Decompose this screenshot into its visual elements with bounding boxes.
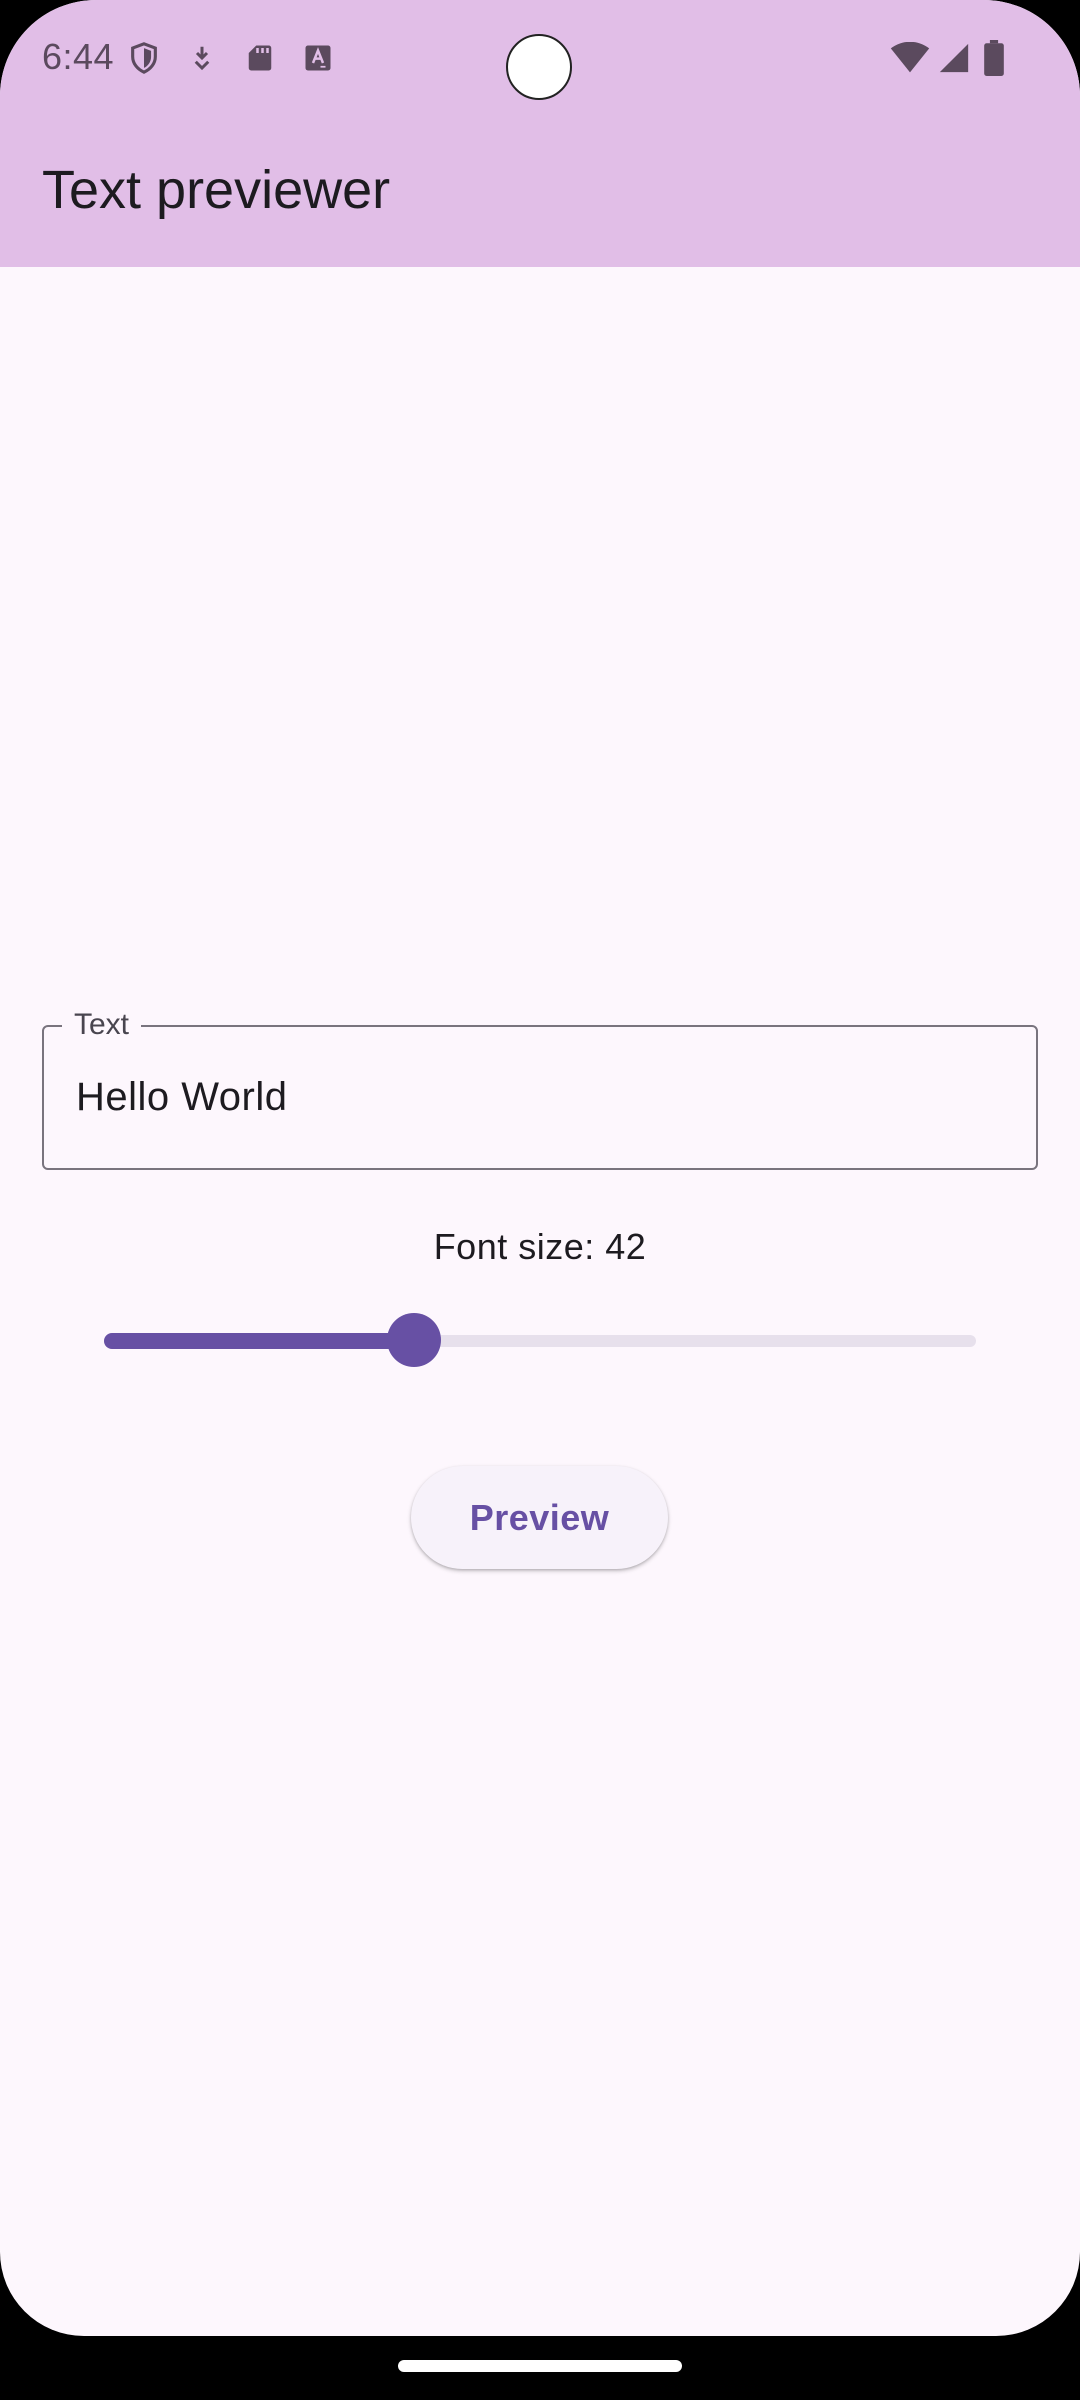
app-screen: 6:44 Text previewer Text Hello World Fon… — [0, 0, 1080, 2336]
download-icon — [184, 40, 220, 76]
status-time: 6:44 — [42, 36, 115, 77]
slider-thumb[interactable] — [387, 1313, 441, 1367]
battery-icon — [976, 40, 1012, 76]
text-input-field[interactable]: Text Hello World — [42, 1007, 1038, 1170]
font-size-slider[interactable] — [104, 1305, 976, 1375]
slider-active-track[interactable] — [104, 1333, 414, 1349]
home-indicator[interactable] — [398, 2360, 682, 2372]
text-field-label: Text — [62, 1007, 142, 1043]
status-bar: 6:44 — [0, 0, 1080, 120]
preview-button[interactable]: Preview — [411, 1466, 668, 1569]
text-field-value[interactable]: Hello World — [76, 1073, 288, 1121]
app-bar: 6:44 Text previewer — [0, 0, 1080, 267]
sd-card-icon — [242, 40, 278, 76]
shield-icon — [126, 40, 162, 76]
font-size-label: Font size: 42 — [433, 1226, 647, 1267]
font-a-icon — [300, 40, 336, 76]
wifi-icon — [890, 40, 930, 76]
signal-icon — [934, 40, 974, 76]
front-camera — [506, 34, 572, 100]
page-title: Text previewer — [42, 160, 391, 220]
